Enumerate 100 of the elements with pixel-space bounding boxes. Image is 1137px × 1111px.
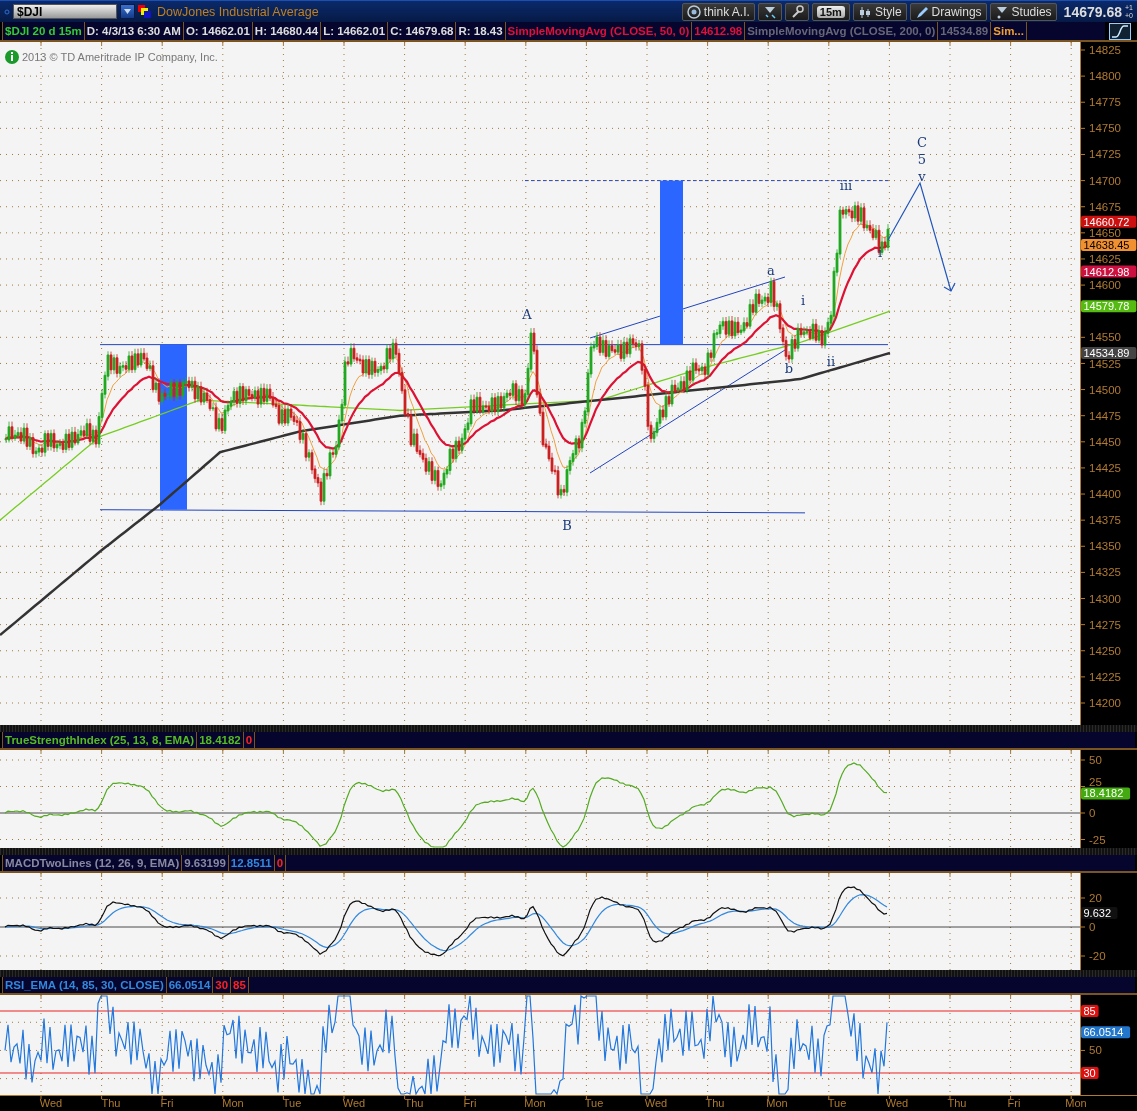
legend-item: 14612.98 [692,22,746,40]
dropdown-button[interactable] [120,4,135,19]
axis-label: Mon [766,1097,788,1109]
legend-item: $DJI 20 d 15m [3,22,85,40]
legend-item: H: 14680.44 [252,22,322,40]
value-tag: 14579.78 [1081,300,1137,313]
value-tag: 14534.89 [1081,347,1137,360]
pencil-icon [914,4,929,19]
wave-label: A [522,307,532,322]
legend-item: TrueStrengthIndex (25, 13, 8, EMA) [3,732,198,748]
caret-icon [123,7,132,16]
axis-label: 50 [1089,1044,1102,1057]
wave-label: ii [826,354,836,369]
axis-label: 14725 [1089,148,1121,161]
axis-label: Wed [885,1097,909,1109]
axis-label: 14775 [1089,96,1121,109]
axis-label: Thu [101,1097,121,1109]
axis-label: 14825 [1089,44,1121,56]
last-price: 14679.68 [1063,3,1122,20]
toolbar-button[interactable]: Studies [989,2,1057,21]
value-tag: 18.4182 [1081,787,1131,800]
legend-item: 30 [213,977,232,993]
axis-label: 50 [1089,754,1102,766]
legend-item: SimpleMovingAvg (CLOSE, 50, 0) [505,22,693,40]
symbol-description: DowJones Industrial Average [157,4,319,19]
axis-label: 25 [1089,776,1102,789]
wave-label: 5 [917,152,927,167]
axis-label: 14450 [1089,435,1121,448]
toolbar-icon-button[interactable] [757,2,782,21]
value-tag: 85 [1081,1005,1099,1017]
axis-label: 0 [1089,807,1096,819]
axis-label: 14475 [1089,409,1121,422]
legend-item: 0 [274,855,287,871]
axis-label: Mon [222,1097,244,1109]
legend-item: O: 14662.01 [183,22,253,40]
axis-label: Fri [1007,1097,1021,1109]
axis-label: Thu [947,1097,967,1109]
axis-label: 14700 [1089,174,1121,187]
toolbar-button[interactable]: think A.I. [681,2,755,21]
toolbar-icon-button[interactable] [784,2,809,21]
axis-label: Tue [282,1097,302,1109]
axis-label: 14650 [1089,226,1121,239]
axis-label: 14750 [1089,122,1121,135]
axis-label: 14225 [1089,670,1121,683]
axis-label: 14300 [1089,592,1121,605]
axis-label: 0 [1089,921,1096,933]
legend-item: Sim... [991,22,1027,40]
axis-label: Wed [644,1097,668,1109]
axis-label: Thu [404,1097,424,1109]
wave-label: i [877,245,883,260]
candlestick-icon [857,4,872,19]
link-squares-icon[interactable] [138,4,152,19]
timeframe-button[interactable]: 15m [811,2,850,21]
funnel-icon [762,4,777,19]
axis-label: Thu [705,1097,725,1109]
value-tag: 9.632 [1081,907,1118,920]
legend-item: 9.63199 [182,855,229,871]
legend-item: 14534.89 [938,22,992,40]
axis-label: Tue [827,1097,847,1109]
legend-item: MACDTwoLines (12, 26, 9, EMA) [3,855,183,871]
legend-item: 66.0514 [166,977,214,993]
value-tag: 66.0514 [1081,1026,1131,1039]
toolbar-button[interactable]: Style [852,2,907,21]
axis-label: Tue [584,1097,604,1109]
axis-label: -20 [1089,950,1106,962]
axis-label: 14525 [1089,358,1121,371]
legend-item: D: 4/3/13 6:30 AM [84,22,184,40]
axis-label: 14550 [1089,331,1121,344]
toolbar-button[interactable]: Drawings [909,2,987,21]
axis-label: 14200 [1089,697,1121,709]
wave-label: a [767,263,775,278]
legend-item: RSI_EMA (14, 85, 30, CLOSE) [3,977,167,993]
info-icon[interactable] [5,50,19,64]
funnel-icon [994,4,1009,19]
legend-item: R: 18.43 [456,22,506,40]
axis-label: 14625 [1089,252,1121,265]
axis-label: Fri [160,1097,174,1109]
axis-label: 14600 [1089,279,1121,292]
axis-label: 14350 [1089,540,1121,553]
axis-label: 14425 [1089,461,1121,474]
axis-label: 14375 [1089,514,1121,527]
axis-label: 14800 [1089,70,1121,83]
axis-label: Mon [1065,1097,1087,1109]
legend-item: 0 [243,732,256,748]
wave-label: iii [839,178,853,193]
status-dot-icon [4,8,10,15]
legend-item: C: 14679.68 [388,22,457,40]
axis-label: 20 [1089,892,1102,904]
axis-label: -25 [1089,833,1106,846]
axis-label: 14325 [1089,566,1121,579]
axis-label: 14675 [1089,200,1121,213]
study-curve-icon[interactable] [1109,22,1131,40]
axis-label: 14250 [1089,644,1121,657]
symbol-field[interactable]: $DJI [13,4,117,19]
legend-item: 12.8511 [228,855,275,871]
wave-label: C [917,135,927,150]
wave-label: b [784,361,794,376]
target-icon [686,4,701,19]
legend-item: SimpleMovingAvg (CLOSE, 200, 0) [745,22,939,40]
legend-item: 18.4182 [197,732,244,748]
